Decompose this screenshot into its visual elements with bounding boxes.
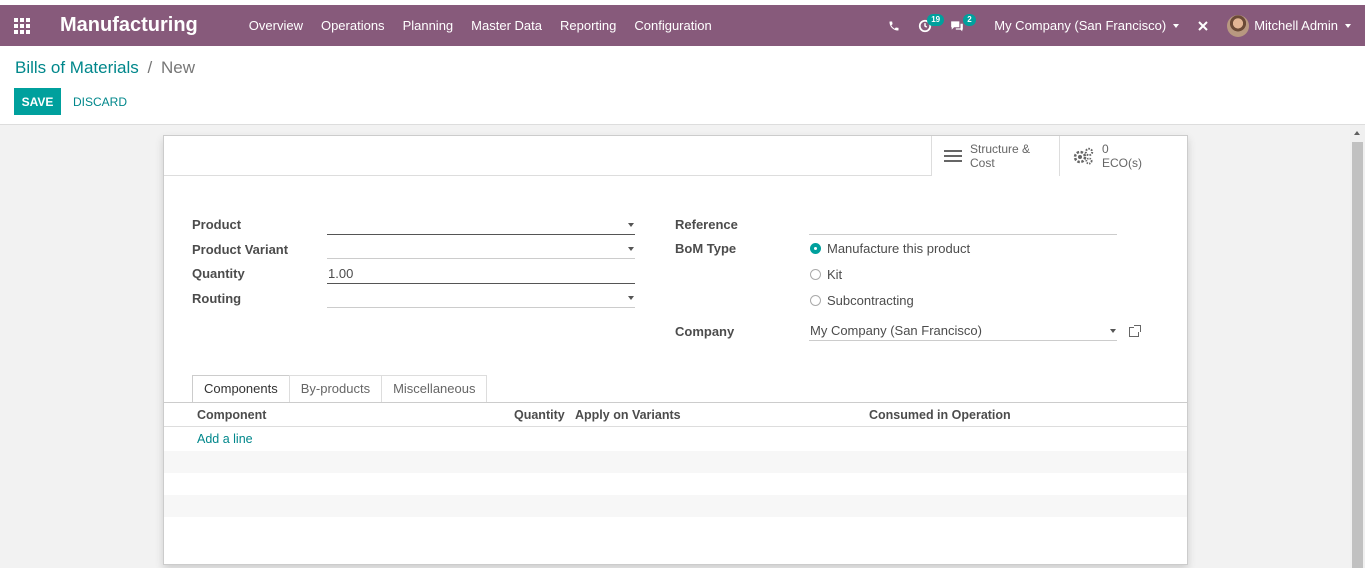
chevron-down-icon: [1173, 23, 1180, 28]
phone-icon[interactable]: [879, 5, 909, 46]
user-name: Mitchell Admin: [1254, 18, 1338, 33]
tab-components[interactable]: Components: [192, 375, 290, 403]
quantity-value: 1.00: [328, 266, 354, 281]
product-variant-field[interactable]: [327, 239, 635, 259]
company-switcher-label: My Company (San Francisco): [994, 18, 1167, 33]
menu-item-master-data[interactable]: Master Data: [462, 5, 551, 46]
gears-icon: [1073, 147, 1094, 165]
activity-clock-icon[interactable]: 19: [909, 5, 945, 46]
company-switcher[interactable]: My Company (San Francisco): [984, 5, 1189, 46]
reference-field[interactable]: [809, 215, 1117, 235]
user-menu[interactable]: Mitchell Admin: [1221, 5, 1365, 46]
add-line-link[interactable]: Add a line: [197, 432, 253, 446]
routing-label: Routing: [192, 291, 242, 306]
radio-checked-icon: [810, 243, 821, 254]
smart-button-box: Structure & Cost 0 ECO(s): [931, 136, 1187, 176]
eco-button[interactable]: 0 ECO(s): [1059, 136, 1187, 176]
company-value: My Company (San Francisco): [810, 323, 982, 338]
debug-tools-icon[interactable]: [1189, 5, 1221, 46]
menu-item-operations[interactable]: Operations: [312, 5, 394, 46]
table-row: [164, 473, 1187, 495]
breadcrumb-current: New: [160, 58, 195, 77]
tab-by-products[interactable]: By-products: [288, 375, 383, 402]
bom-type-subcontracting-radio[interactable]: Subcontracting: [810, 293, 914, 308]
column-quantity[interactable]: Quantity: [514, 408, 565, 422]
product-label: Product: [192, 217, 242, 232]
save-button[interactable]: SAVE: [14, 88, 61, 115]
company-label: Company: [675, 324, 735, 339]
routing-field[interactable]: [327, 288, 635, 308]
bom-type-option-label: Kit: [827, 267, 843, 282]
chevron-down-icon[interactable]: [628, 247, 634, 251]
bom-type-label: BoM Type: [675, 241, 737, 256]
components-table-header: Component Quantity Apply on Variants Con…: [164, 403, 1187, 427]
messages-badge: 2: [963, 14, 976, 26]
breadcrumb-separator: /: [147, 58, 153, 77]
structure-cost-label-1: Structure &: [970, 142, 1031, 156]
breadcrumb: Bills of Materials / New: [15, 58, 195, 78]
breadcrumb-parent-link[interactable]: Bills of Materials: [15, 58, 139, 77]
form-content-area: Structure & Cost 0 ECO(s) Product Produc…: [0, 125, 1350, 568]
column-consumed-in-operation[interactable]: Consumed in Operation: [869, 408, 1011, 422]
structure-cost-button[interactable]: Structure & Cost: [931, 136, 1059, 176]
chevron-down-icon: [1345, 23, 1351, 28]
form-sheet: Structure & Cost 0 ECO(s) Product Produc…: [163, 135, 1188, 565]
bom-type-manufacture-radio[interactable]: Manufacture this product: [810, 241, 970, 256]
radio-unchecked-icon: [810, 269, 821, 280]
chevron-down-icon[interactable]: [628, 296, 634, 300]
reference-label: Reference: [675, 217, 738, 232]
table-row: [164, 495, 1187, 517]
messages-icon[interactable]: 2: [941, 5, 984, 46]
discard-button[interactable]: DISCARD: [67, 88, 133, 115]
bom-type-option-label: Subcontracting: [827, 293, 914, 308]
scroll-up-icon[interactable]: [1354, 131, 1360, 135]
column-component[interactable]: Component: [197, 408, 266, 422]
scrollbar-thumb[interactable]: [1352, 142, 1363, 568]
control-panel: Bills of Materials / New SAVE DISCARD: [0, 46, 1365, 125]
eco-label: ECO(s): [1102, 156, 1142, 170]
bars-icon: [944, 147, 962, 165]
external-link-icon[interactable]: [1129, 325, 1141, 337]
page-scrollbar[interactable]: [1350, 125, 1365, 568]
chevron-down-icon[interactable]: [1110, 329, 1116, 333]
table-row: [164, 451, 1187, 473]
menu-item-planning[interactable]: Planning: [394, 5, 463, 46]
eco-count: 0: [1102, 142, 1109, 156]
avatar: [1227, 14, 1250, 37]
menu-item-overview[interactable]: Overview: [240, 5, 312, 46]
product-field[interactable]: [327, 215, 635, 235]
bom-type-kit-radio[interactable]: Kit: [810, 267, 842, 282]
app-title[interactable]: Manufacturing: [60, 14, 198, 37]
menu-item-reporting[interactable]: Reporting: [551, 5, 625, 46]
company-field[interactable]: My Company (San Francisco): [809, 321, 1117, 341]
main-navbar: Manufacturing Overview Operations Planni…: [0, 5, 1365, 46]
structure-cost-label-2: Cost: [970, 156, 995, 170]
quantity-field[interactable]: 1.00: [327, 264, 635, 284]
bom-type-option-label: Manufacture this product: [827, 241, 971, 256]
main-menu: Overview Operations Planning Master Data…: [240, 5, 721, 46]
table-row: Add a line: [164, 427, 1187, 451]
chevron-down-icon[interactable]: [628, 223, 634, 227]
tab-miscellaneous[interactable]: Miscellaneous: [381, 375, 488, 402]
systray: 19 2 My Company (San Francisco) Mitchell…: [879, 5, 1365, 46]
quantity-label: Quantity: [192, 266, 245, 281]
menu-item-configuration[interactable]: Configuration: [625, 5, 720, 46]
notebook-tabs: Components By-products Miscellaneous: [192, 375, 488, 403]
apps-menu-icon[interactable]: [0, 5, 44, 46]
radio-unchecked-icon: [810, 295, 821, 306]
product-variant-label: Product Variant: [192, 242, 289, 257]
column-apply-on-variants[interactable]: Apply on Variants: [575, 408, 681, 422]
